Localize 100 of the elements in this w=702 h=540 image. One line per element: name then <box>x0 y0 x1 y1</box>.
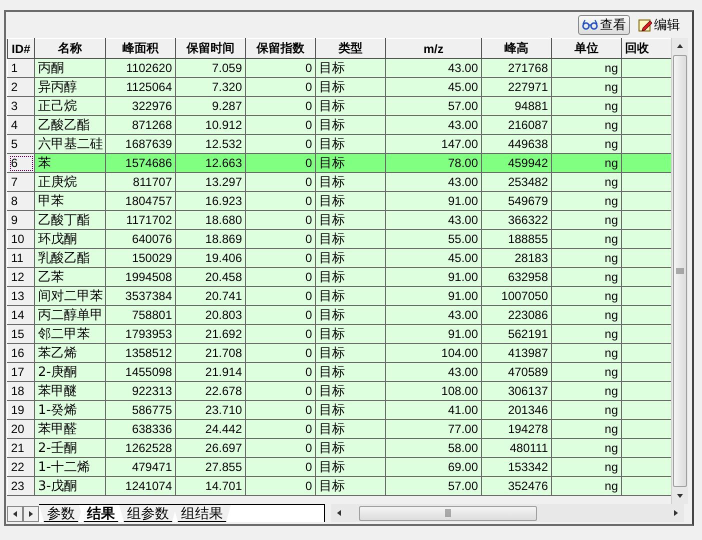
table-cell: 20.803 <box>176 306 246 324</box>
table-cell: 12.532 <box>176 134 246 154</box>
row-header[interactable]: 5 <box>8 134 34 154</box>
row-header[interactable]: 17 <box>8 362 34 382</box>
table-cell: 目标 <box>316 134 386 154</box>
vertical-scrollbar[interactable] <box>671 38 688 504</box>
row-header[interactable]: 15 <box>8 324 34 344</box>
table-cell: 13.297 <box>176 172 246 192</box>
table-cell: 91.00 <box>386 268 482 286</box>
row-header[interactable]: 13 <box>8 286 34 306</box>
table-cell: 1793953 <box>106 324 176 344</box>
row-header[interactable]: 18 <box>8 382 34 400</box>
column-header[interactable]: 名称 <box>34 38 106 58</box>
horizontal-scrollbar[interactable] <box>331 504 684 522</box>
table-cell: 甲苯 <box>34 192 106 210</box>
table-cell <box>622 78 671 96</box>
table-cell: ng <box>552 400 622 420</box>
row-header[interactable]: 14 <box>8 306 34 324</box>
table-cell: 苯甲醚 <box>34 382 106 400</box>
row-header[interactable]: 20 <box>8 420 34 438</box>
table-cell: 271768 <box>482 58 552 78</box>
row-header[interactable]: 3 <box>8 96 34 116</box>
scroll-left-icon[interactable] <box>335 509 343 517</box>
table-cell: 562191 <box>482 324 552 344</box>
table-cell: 环戊酮 <box>34 230 106 248</box>
row-header[interactable]: 2 <box>8 78 34 96</box>
table-cell: 22.678 <box>176 382 246 400</box>
row-header[interactable]: 21 <box>8 438 34 458</box>
edit-button[interactable]: 编辑 <box>634 15 684 35</box>
table-cell: ng <box>552 58 622 78</box>
tab-scroll-right-button[interactable] <box>23 506 39 522</box>
table-cell: 188855 <box>482 230 552 248</box>
column-header[interactable]: 单位 <box>552 38 622 58</box>
table-cell: 352476 <box>482 476 552 496</box>
table-cell: 12.663 <box>176 154 246 172</box>
row-header[interactable]: 12 <box>8 268 34 286</box>
table-cell: 21.708 <box>176 344 246 362</box>
row-header[interactable]: 7 <box>8 172 34 192</box>
column-header[interactable]: 峰高 <box>482 38 552 58</box>
right-arrow-icon[interactable] <box>27 510 35 518</box>
table-cell: ng <box>552 324 622 344</box>
grip-icon <box>445 509 451 517</box>
column-header[interactable]: ID# <box>8 38 34 58</box>
table-cell: ng <box>552 458 622 476</box>
table-cell: 758801 <box>106 306 176 324</box>
table-cell: ng <box>552 116 622 134</box>
table-cell <box>622 420 671 438</box>
table-cell: 正己烷 <box>34 96 106 116</box>
table-cell: ng <box>552 154 622 172</box>
table-cell: 91.00 <box>386 324 482 344</box>
row-header[interactable]: 8 <box>8 192 34 210</box>
sheet-tab[interactable]: 参数 <box>39 505 83 522</box>
table-cell <box>622 400 671 420</box>
table-cell: 目标 <box>316 400 386 420</box>
row-header[interactable]: 22 <box>8 458 34 476</box>
table-cell: 0 <box>246 154 316 172</box>
table-cell: 18.680 <box>176 210 246 230</box>
row-header[interactable]: 11 <box>8 248 34 268</box>
table-cell <box>622 134 671 154</box>
table-cell: 58.00 <box>386 438 482 458</box>
row-header[interactable]: 16 <box>8 344 34 362</box>
table-cell: ng <box>552 306 622 324</box>
column-header[interactable]: m/z <box>386 38 482 58</box>
scroll-up-icon[interactable] <box>676 42 684 50</box>
table-cell: 苯甲醛 <box>34 420 106 438</box>
column-header[interactable]: 类型 <box>316 38 386 58</box>
tab-scroll-left-button[interactable] <box>7 506 23 522</box>
grip-icon <box>676 268 684 274</box>
scroll-right-icon[interactable] <box>672 509 680 517</box>
left-arrow-icon[interactable] <box>11 510 19 518</box>
row-header[interactable]: 6 <box>8 154 34 172</box>
row-header[interactable]: 9 <box>8 210 34 230</box>
scroll-down-icon[interactable] <box>676 492 684 500</box>
row-header[interactable]: 23 <box>8 476 34 496</box>
table-cell: ng <box>552 476 622 496</box>
table-cell: 253482 <box>482 172 552 192</box>
row-header[interactable]: 1 <box>8 58 34 78</box>
table-cell <box>622 458 671 476</box>
column-header[interactable]: 回收 <box>622 38 671 58</box>
table-cell <box>622 154 671 172</box>
column-header[interactable]: 保留时间 <box>176 38 246 58</box>
table-cell: 目标 <box>316 286 386 306</box>
table-cell: 45.00 <box>386 248 482 268</box>
table-cell: 811707 <box>106 172 176 192</box>
table-cell: 1102620 <box>106 58 176 78</box>
table-cell: 41.00 <box>386 400 482 420</box>
column-header[interactable]: 峰面积 <box>106 38 176 58</box>
row-header[interactable]: 10 <box>8 230 34 248</box>
sheet-tab[interactable]: 组结果 <box>173 505 231 522</box>
table-cell: 0 <box>246 172 316 192</box>
table-cell: 目标 <box>316 458 386 476</box>
view-button[interactable]: 查看 <box>578 15 630 35</box>
table-cell <box>622 344 671 362</box>
sheet-tab[interactable]: 组参数 <box>119 505 177 522</box>
column-header[interactable]: 保留指数 <box>246 38 316 58</box>
table-cell: 94881 <box>482 96 552 116</box>
row-header[interactable]: 19 <box>8 400 34 420</box>
table-cell: 479471 <box>106 458 176 476</box>
table-cell: 23.710 <box>176 400 246 420</box>
row-header[interactable]: 4 <box>8 116 34 134</box>
